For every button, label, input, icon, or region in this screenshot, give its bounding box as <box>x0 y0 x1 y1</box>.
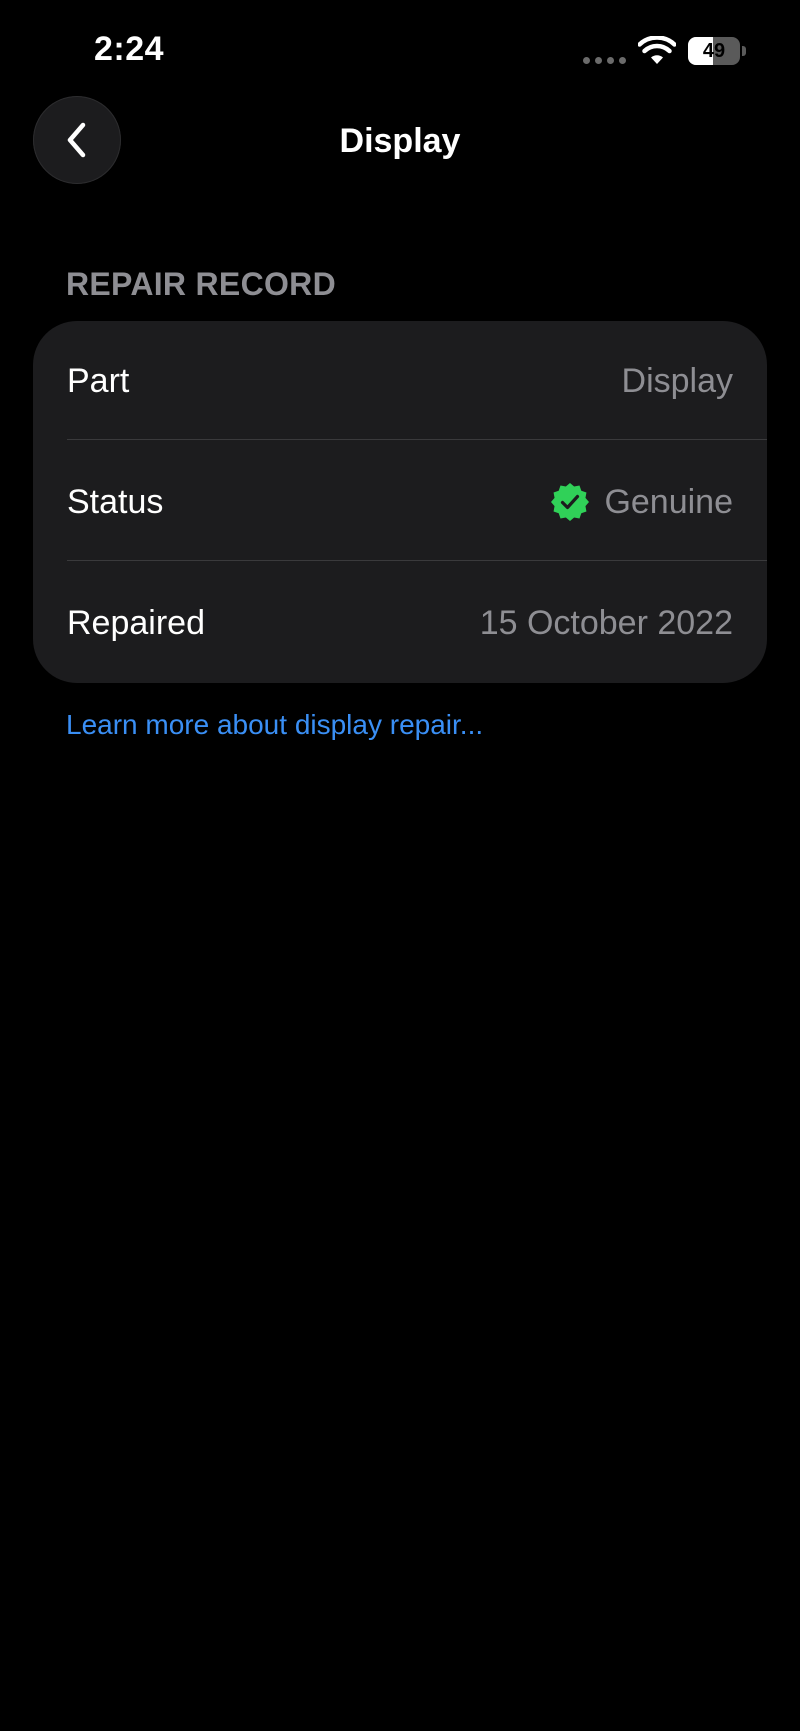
page-title: Display <box>339 122 461 160</box>
cellular-signal-icon <box>583 57 626 64</box>
row-divider <box>67 439 767 440</box>
part-row: Part Display <box>33 321 767 441</box>
status-time: 2:24 <box>94 30 165 68</box>
row-divider <box>67 560 767 561</box>
status-bar: 2:24 49 <box>0 0 800 110</box>
battery-level: 49 <box>702 40 726 62</box>
learn-more-link[interactable]: Learn more about display repair... <box>66 709 483 741</box>
part-value-text: Display <box>621 361 733 400</box>
repaired-value: 15 October 2022 <box>480 563 733 683</box>
repair-record-card: Part Display Status Genuine Repaired 15 … <box>33 321 767 683</box>
part-label: Part <box>67 362 130 400</box>
status-value-text: Genuine <box>604 482 733 521</box>
part-value: Display <box>622 321 733 441</box>
battery-icon: 49 <box>688 37 746 67</box>
repaired-label: Repaired <box>67 604 205 642</box>
status-value: Genuine <box>550 442 733 562</box>
status-row: Status Genuine <box>33 442 767 562</box>
wifi-icon <box>638 36 676 64</box>
verified-checkmark-icon <box>551 483 590 521</box>
repaired-date-text: 15 October 2022 <box>479 603 733 642</box>
section-header: REPAIR RECORD <box>66 266 336 302</box>
repaired-row: Repaired 15 October 2022 <box>33 563 767 683</box>
status-label: Status <box>67 483 164 521</box>
